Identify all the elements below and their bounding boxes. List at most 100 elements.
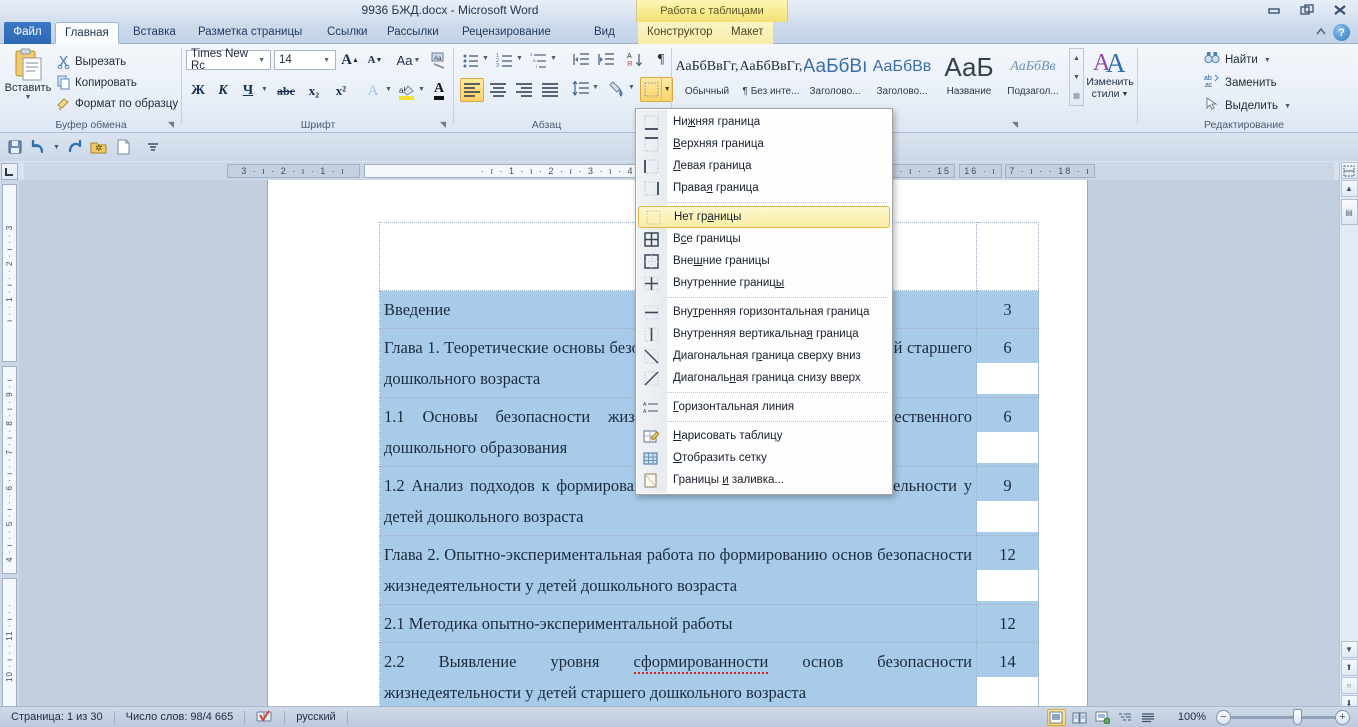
replace-button[interactable]: ab ac Заменить: [1204, 73, 1277, 93]
zoom-in-button[interactable]: +: [1335, 709, 1350, 725]
style-item-normal[interactable]: АаБбВвГг, Обычный: [676, 48, 738, 108]
change-styles-button[interactable]: AA Изменить стили ▼: [1086, 48, 1134, 110]
menu-item-outside-borders[interactable]: Внешние границы: [636, 250, 892, 272]
left-tab-stop-icon[interactable]: [1, 163, 18, 180]
shading-icon[interactable]: [606, 78, 628, 100]
toc-page-cell[interactable]: 9: [976, 466, 1039, 536]
gallery-scroll-up-icon[interactable]: ▲: [1070, 49, 1083, 68]
text-effects-button[interactable]: A: [362, 80, 384, 102]
zoom-slider[interactable]: − +: [1216, 708, 1350, 725]
toc-text-cell[interactable]: 2.1 Методика опытно-экспериментальной ра…: [379, 604, 977, 643]
new-document-icon[interactable]: [112, 137, 133, 158]
page-info[interactable]: Страница: 1 из 30: [0, 711, 114, 723]
tab-mailings[interactable]: Рассылки: [378, 22, 448, 44]
tab-view[interactable]: Вид: [585, 22, 624, 44]
show-paragraph-marks-icon[interactable]: ¶: [650, 49, 672, 71]
italic-button[interactable]: К: [212, 80, 234, 102]
tab-review[interactable]: Рецензирование: [453, 22, 560, 44]
customize-qat-icon[interactable]: [142, 137, 163, 158]
toc-text-cell[interactable]: 2.2 Выявление уровня сформированности ос…: [379, 642, 977, 712]
menu-item-bottom-border[interactable]: Нижняя граница: [636, 111, 892, 133]
menu-item-draw-table[interactable]: Нарисовать таблицу: [636, 425, 892, 447]
menu-item-borders-and-shading[interactable]: Границы и заливка...: [636, 469, 892, 491]
tab-file[interactable]: Файл: [4, 22, 51, 44]
increase-indent-icon[interactable]: [595, 49, 617, 71]
undo-icon[interactable]: [28, 137, 49, 158]
draft-icon[interactable]: [1139, 709, 1158, 726]
select-browse-object-button[interactable]: ○: [1340, 677, 1358, 694]
tab-table-layout[interactable]: Макет: [722, 22, 773, 44]
new-folder-icon[interactable]: ✲: [88, 137, 109, 158]
toc-page-cell[interactable]: 6: [976, 328, 1039, 398]
style-item-heading-2[interactable]: АаБбВв Заголово...: [871, 48, 933, 108]
word-count[interactable]: Число слов: 98/4 665: [115, 711, 245, 723]
borders-dropdown-menu[interactable]: Нижняя граница Верхняя граница Левая гра…: [635, 108, 893, 495]
copy-button[interactable]: Копировать: [56, 73, 137, 92]
multilevel-list-icon[interactable]: 1ai: [528, 49, 550, 71]
highlight-button[interactable]: ab: [395, 80, 417, 102]
tab-page-layout[interactable]: Разметка страницы: [189, 22, 311, 44]
vertical-ruler[interactable]: ı · · 1 · ı · · 2 · ı · · 3 4 · ı · · 5 …: [0, 180, 19, 714]
line-spacing-icon[interactable]: [570, 78, 592, 100]
borders-split-button[interactable]: ▼: [640, 77, 673, 102]
paste-button[interactable]: Вставить ▼: [4, 48, 52, 112]
paste-dropdown-caret[interactable]: ▼: [24, 94, 33, 101]
menu-item-all-borders[interactable]: Все границы: [636, 228, 892, 250]
multilevel-caret[interactable]: ▼: [549, 55, 558, 62]
toc-page-cell[interactable]: 6: [976, 397, 1039, 467]
menu-item-diagonal-up-border[interactable]: Диагональная граница снизу вверх: [636, 367, 892, 389]
close-icon[interactable]: [1328, 2, 1352, 18]
format-painter-button[interactable]: Формат по образцу: [56, 94, 178, 113]
zoom-track[interactable]: [1231, 708, 1335, 725]
shrink-font-button[interactable]: A ▼: [364, 49, 386, 71]
sort-icon[interactable]: AЯ: [624, 49, 646, 71]
cut-button[interactable]: Вырезать: [56, 52, 126, 71]
styles-gallery-scroll[interactable]: ▲ ▼ ▤: [1069, 48, 1084, 106]
undo-caret[interactable]: ▼: [52, 144, 61, 151]
split-window-icon[interactable]: [1340, 162, 1358, 179]
menu-item-inside-vertical-border[interactable]: Внутренняя вертикальная граница: [636, 323, 892, 345]
tab-references[interactable]: Ссылки: [318, 22, 377, 44]
language-indicator[interactable]: русский: [285, 711, 346, 723]
zoom-level[interactable]: 100%: [1172, 711, 1212, 723]
bullet-list-icon[interactable]: [460, 49, 482, 71]
toc-page-cell[interactable]: 12: [976, 535, 1039, 605]
font-dialog-launcher[interactable]: ◥: [440, 120, 446, 129]
bold-button[interactable]: Ж: [187, 80, 209, 102]
numbered-list-icon[interactable]: 123: [494, 49, 516, 71]
gallery-scroll-down-icon[interactable]: ▼: [1070, 68, 1083, 87]
subscript-button[interactable]: x₂: [303, 80, 325, 102]
vertical-scrollbar[interactable]: ▲ ▤ ▼ ⬆ ○ ⬇: [1339, 161, 1358, 714]
style-item-subtitle[interactable]: АаБбВв Подзагол...: [1002, 48, 1064, 108]
font-name-combo[interactable]: Times New Rc ▼: [186, 48, 271, 72]
align-right-icon[interactable]: [512, 78, 536, 102]
style-item-heading-1[interactable]: АаБбВı Заголово...: [804, 48, 866, 108]
numbering-caret[interactable]: ▼: [515, 55, 524, 62]
toc-page-cell[interactable]: 3: [976, 290, 1039, 329]
menu-item-left-border[interactable]: Левая граница: [636, 155, 892, 177]
styles-dialog-launcher[interactable]: ◥: [1012, 120, 1018, 129]
minimize-icon[interactable]: [1262, 2, 1286, 18]
highlight-caret[interactable]: ▼: [417, 86, 426, 93]
menu-item-right-border[interactable]: Правая граница: [636, 177, 892, 199]
menu-item-top-border[interactable]: Верхняя граница: [636, 133, 892, 155]
menu-item-horizontal-line[interactable]: AA Горизонтальная линия: [636, 396, 892, 418]
toc-page-cell[interactable]: 14: [976, 642, 1039, 712]
select-caret[interactable]: ▼: [1283, 103, 1292, 110]
outline-icon[interactable]: [1116, 709, 1135, 726]
scrollbar-thumb[interactable]: ▤: [1340, 199, 1358, 225]
tab-table-design[interactable]: Конструктор: [638, 22, 722, 44]
clear-formatting-icon[interactable]: Aa: [428, 49, 450, 71]
text-effects-caret[interactable]: ▼: [384, 86, 393, 93]
bullets-caret[interactable]: ▼: [481, 55, 490, 62]
align-center-icon[interactable]: [486, 78, 510, 102]
zoom-thumb[interactable]: [1293, 708, 1302, 725]
select-button[interactable]: Выделить ▼: [1204, 96, 1292, 116]
tab-insert[interactable]: Вставка: [124, 22, 185, 44]
font-color-button[interactable]: A: [428, 80, 450, 102]
menu-item-view-gridlines[interactable]: Отобразить сетку: [636, 447, 892, 469]
tab-home[interactable]: Главная: [55, 22, 119, 44]
align-justify-icon[interactable]: [538, 78, 562, 102]
previous-page-button[interactable]: ⬆: [1340, 659, 1358, 676]
shading-caret[interactable]: ▼: [627, 84, 636, 91]
